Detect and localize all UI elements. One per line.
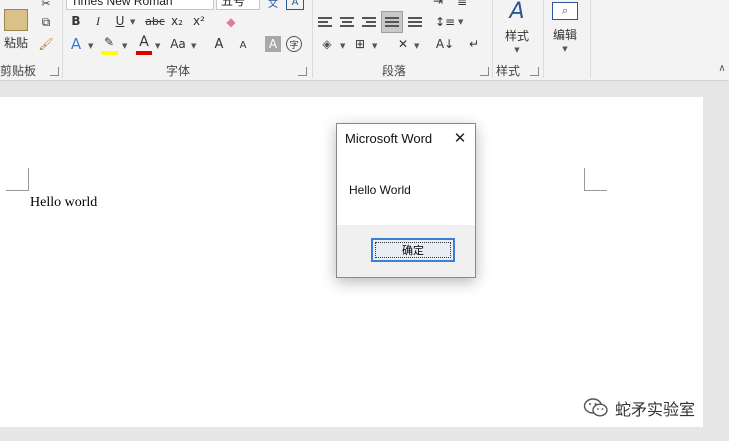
styles-label: 样式 <box>504 28 529 43</box>
italic-button[interactable]: I <box>90 13 106 29</box>
watermark: 蛇矛实验室 <box>583 396 695 420</box>
editing-label: 编辑 <box>552 27 577 42</box>
collapse-ribbon-icon[interactable]: ∧ <box>716 62 728 74</box>
separator <box>590 0 591 78</box>
font-color-icon[interactable]: A <box>136 34 152 50</box>
watermark-text: 蛇矛实验室 <box>615 400 696 419</box>
align-center-icon[interactable] <box>340 16 356 30</box>
justify-icon <box>385 17 399 19</box>
underline-button[interactable]: U <box>112 13 128 29</box>
close-icon[interactable]: ✕ <box>451 129 469 147</box>
separator <box>62 0 63 78</box>
separator <box>492 0 493 78</box>
text-effects-icon[interactable]: A <box>68 35 84 53</box>
superscript-button[interactable]: x² <box>190 13 208 29</box>
editing-button[interactable]: ⌕ 编辑 ▼ <box>548 0 582 56</box>
underline-dropdown-icon[interactable]: ▼ <box>130 18 135 26</box>
crop-mark-right <box>584 168 607 191</box>
highlight-icon[interactable]: ✎ <box>100 34 118 50</box>
line-spacing-icon[interactable]: ↕≡ <box>435 14 455 30</box>
font-launcher-icon[interactable] <box>298 67 307 76</box>
styles-launcher-icon[interactable] <box>530 67 539 76</box>
grow-font-button[interactable]: A <box>212 36 226 52</box>
text-effects-dropdown-icon[interactable]: ▼ <box>88 42 93 50</box>
font-size-combo[interactable]: 五号 <box>216 0 260 10</box>
change-case-button[interactable]: Aa <box>168 36 188 52</box>
find-icon: ⌕ <box>552 1 578 20</box>
copy-icon[interactable]: ⧉ <box>38 14 54 30</box>
strikethrough-button[interactable]: abc <box>144 13 166 29</box>
chinese-layout-dropdown-icon[interactable]: ▼ <box>414 42 419 50</box>
ok-button[interactable]: 确定 <box>371 238 455 262</box>
clipboard-group-label: 剪贴板 <box>0 64 37 78</box>
font-name-combo[interactable]: Times New Roman <box>66 0 214 10</box>
align-left-icon[interactable] <box>318 16 334 30</box>
message-dialog: Microsoft Word ✕ Hello World 确定 <box>336 123 476 278</box>
font-color-dropdown-icon[interactable]: ▼ <box>155 42 160 50</box>
styles-group-label: 样式 <box>496 64 521 78</box>
show-marks-icon[interactable]: ↵ <box>466 36 482 52</box>
styles-button[interactable]: A 样式 ▼ <box>498 0 536 56</box>
scrollbar-area[interactable] <box>703 97 729 427</box>
dialog-title: Microsoft Word <box>345 131 433 146</box>
change-case-dropdown-icon[interactable]: ▼ <box>191 42 196 50</box>
paste-button[interactable]: 粘贴 <box>0 0 32 60</box>
align-right-icon[interactable] <box>362 16 378 30</box>
shrink-font-button[interactable]: A <box>236 38 250 52</box>
sort-icon[interactable]: A↓ <box>436 36 454 52</box>
character-shading-button[interactable]: A <box>265 36 281 52</box>
editing-dropdown-icon: ▼ <box>562 44 568 53</box>
bold-button[interactable]: B <box>68 13 84 29</box>
justify-button[interactable] <box>381 11 403 33</box>
wechat-icon <box>583 398 608 417</box>
paragraph-launcher-icon[interactable] <box>480 67 489 76</box>
font-color-bar <box>136 51 152 55</box>
list-icon[interactable]: ≣ <box>454 0 470 8</box>
dialog-message: Hello World <box>349 183 411 197</box>
styles-dropdown-icon: ▼ <box>514 45 520 54</box>
paste-label: 粘贴 <box>3 36 28 50</box>
dialog-footer: 确定 <box>337 225 475 277</box>
paragraph-group-label: 段落 <box>382 64 407 78</box>
separator <box>312 0 313 78</box>
font-group-label: 字体 <box>166 64 191 78</box>
borders-icon[interactable]: ⊞ <box>352 36 368 52</box>
highlight-color-bar <box>101 51 118 55</box>
crop-mark-left <box>6 168 29 191</box>
separator <box>543 0 544 78</box>
distributed-icon[interactable] <box>408 16 424 30</box>
document-text[interactable]: Hello world <box>30 195 97 211</box>
ribbon: 粘贴 ✂ ⧉ 🖌 剪贴板 Times New Roman 五号 文 A B I … <box>0 0 729 81</box>
enclose-character-button[interactable]: 字 <box>286 36 302 52</box>
clear-format-icon[interactable]: A <box>286 0 304 10</box>
shading-icon[interactable]: ◈ <box>318 36 336 52</box>
clipboard-launcher-icon[interactable] <box>50 67 59 76</box>
shading-dropdown-icon[interactable]: ▼ <box>340 42 345 50</box>
styles-icon: A <box>509 0 525 24</box>
chinese-layout-icon[interactable]: ✕ <box>394 36 412 52</box>
subscript-button[interactable]: x₂ <box>168 13 186 29</box>
grow-font-icon[interactable]: 文 <box>266 0 280 10</box>
borders-dropdown-icon[interactable]: ▼ <box>372 42 377 50</box>
format-painter-icon[interactable]: 🖌 <box>38 36 54 52</box>
line-spacing-dropdown-icon[interactable]: ▼ <box>458 18 463 26</box>
paste-icon <box>4 9 28 31</box>
indent-icon[interactable]: ⇥ <box>430 0 446 8</box>
highlight-dropdown-icon[interactable]: ▼ <box>122 42 127 50</box>
cut-icon[interactable]: ✂ <box>38 0 54 10</box>
eraser-icon[interactable]: ◆ <box>222 14 240 30</box>
